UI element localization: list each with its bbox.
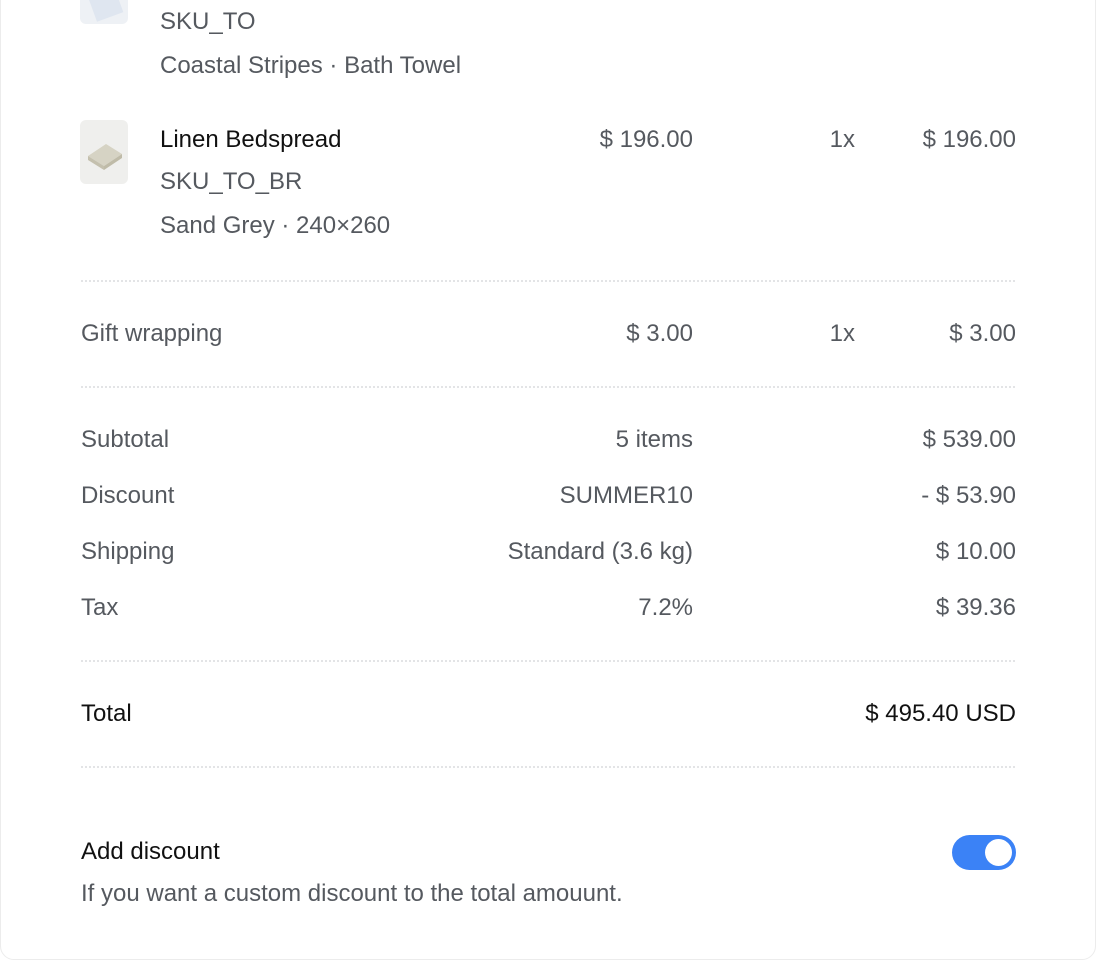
discount-label: Discount	[81, 482, 175, 509]
total-label: Total	[81, 700, 132, 727]
tax-amount: $ 39.36	[935, 594, 1016, 621]
item-variant: Sand Grey · 240×260	[160, 212, 391, 239]
gift-wrapping-label: Gift wrapping	[81, 320, 223, 347]
item-price: $ 196.00	[599, 126, 693, 153]
toggle-knob	[985, 839, 1012, 866]
subtotal-amount: $ 539.00	[922, 426, 1016, 453]
bedspread-thumbnail	[80, 120, 128, 184]
towel-thumbnail	[80, 0, 128, 24]
divider	[81, 386, 1015, 388]
gift-wrapping-price: $ 3.00	[626, 320, 693, 347]
item-variant: Coastal Stripes · Bath Towel	[160, 52, 462, 79]
item-sku: SKU_TO_BR	[160, 168, 303, 195]
discount-code: SUMMER10	[559, 482, 693, 509]
discount-amount: - $ 53.90	[921, 482, 1016, 509]
divider	[81, 280, 1015, 282]
shipping-method: Standard (3.6 kg)	[507, 538, 693, 565]
gift-wrapping-total: $ 3.00	[949, 320, 1016, 347]
add-discount-title: Add discount	[81, 838, 220, 865]
tax-label: Tax	[81, 594, 119, 621]
add-discount-description: If you want a custom discount to the tot…	[81, 880, 623, 907]
divider	[81, 660, 1015, 662]
item-line-total: $ 196.00	[922, 126, 1016, 153]
total-amount: $ 495.40 USD	[865, 700, 1016, 727]
subtotal-label: Subtotal	[81, 426, 170, 453]
item-name: Linen Bedspread	[160, 126, 342, 153]
shipping-label: Shipping	[81, 538, 175, 565]
subtotal-detail: 5 items	[615, 426, 693, 453]
item-quantity: 1x	[829, 126, 855, 153]
divider	[81, 766, 1015, 768]
item-sku: SKU_TO	[160, 8, 256, 35]
gift-wrapping-quantity: 1x	[829, 320, 855, 347]
add-discount-toggle[interactable]	[952, 835, 1016, 870]
tax-rate: 7.2%	[638, 594, 693, 621]
shipping-amount: $ 10.00	[935, 538, 1016, 565]
